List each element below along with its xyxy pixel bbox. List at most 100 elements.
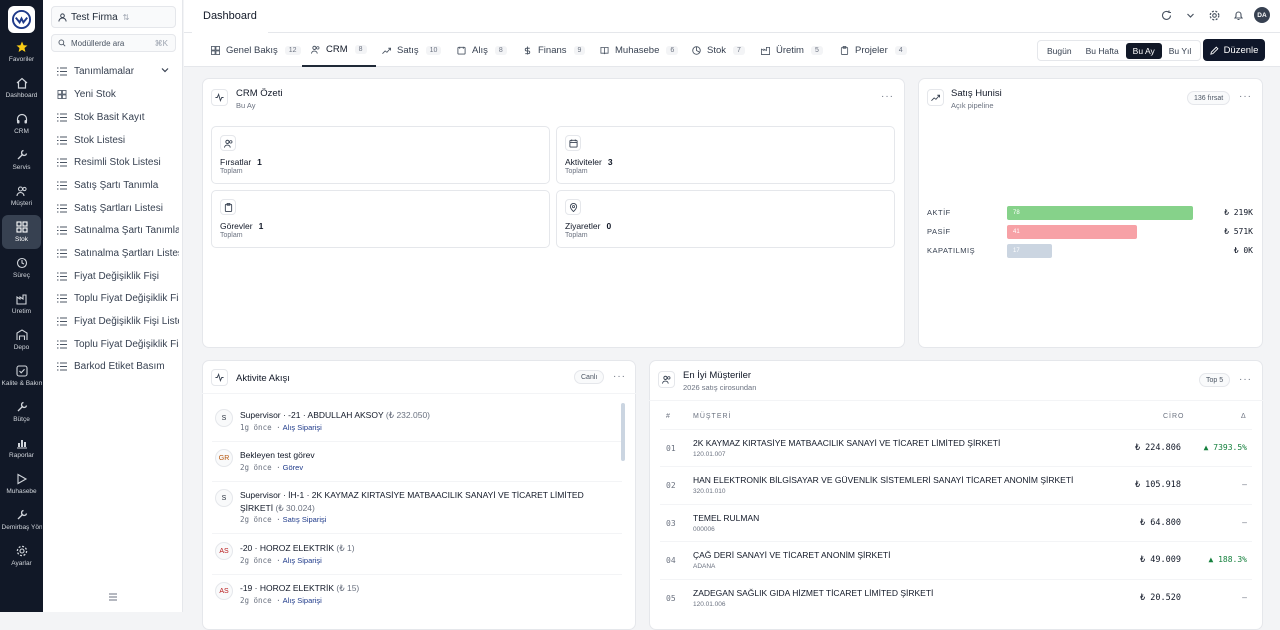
tab-stok[interactable]: Stok 7 [692, 33, 745, 67]
rail-demirbas[interactable]: Demirbaş Yönetimi [2, 503, 42, 537]
column-header-customer[interactable]: MÜŞTERİ [693, 413, 732, 420]
rail-butce[interactable]: Bütçe [2, 395, 41, 429]
rail-label: Raporlar [9, 452, 34, 459]
app-logo[interactable] [8, 6, 35, 33]
menu-item[interactable]: Fiyat Değişiklik Fişi [57, 267, 179, 285]
rail-kalite[interactable]: Kalite & Bakım [2, 359, 42, 393]
rail-uretim[interactable]: Üretim [2, 287, 41, 321]
stat-aktiviteler[interactable]: Aktiviteler 3 Toplam [556, 126, 895, 184]
list-icon [57, 158, 67, 166]
rail-servis[interactable]: Servis [2, 143, 41, 177]
stat-gorevler[interactable]: Görevler 1 Toplam [211, 190, 550, 248]
more-icon[interactable]: ··· [1239, 374, 1252, 385]
activity-link[interactable]: Alış Siparişi [283, 556, 322, 565]
rail-raporlar[interactable]: Raporlar [2, 431, 41, 465]
tab-uretim[interactable]: Üretim 5 [761, 33, 823, 67]
rail-surec[interactable]: Süreç [2, 251, 41, 285]
menu-item[interactable]: Stok Basit Kayıt [57, 108, 179, 126]
card-title: En İyi Müşteriler [683, 370, 752, 381]
tab-dashboard[interactable]: Dashboard [192, 0, 268, 33]
menu-item-label: Barkod Etiket Basım [74, 360, 165, 372]
table-row[interactable]: 05 ZADEGAN SAĞLIK GIDA HİZMET TİCARET Lİ… [660, 579, 1252, 616]
menu-item[interactable]: Resimli Stok Listesi [57, 153, 179, 171]
tab-satis[interactable]: Satış 10 [382, 33, 442, 67]
activity-item[interactable]: S Supervisor · İH-1 · 2K KAYMAZ KIRTASİY… [212, 486, 612, 530]
table-row[interactable]: 04 ÇAĞ DERİ SANAYİ VE TİCARET ANONİM ŞİR… [660, 541, 1252, 578]
gear-icon [16, 545, 27, 557]
card-icon [211, 369, 228, 386]
more-icon[interactable]: ··· [881, 91, 894, 102]
tab-muhasebe[interactable]: Muhasebe 6 [600, 33, 679, 67]
customer-revenue: ₺ 224.806 [1134, 443, 1181, 453]
range-bugun[interactable]: Bugün [1040, 43, 1079, 59]
rail-depo[interactable]: Depo [2, 323, 41, 357]
tab-alis[interactable]: Alış 8 [457, 33, 507, 67]
bell-icon[interactable] [1233, 10, 1244, 21]
rail-ayarlar[interactable]: Ayarlar [2, 539, 41, 573]
activity-avatar: AS [215, 542, 233, 560]
collapse-sidebar-icon[interactable] [108, 592, 118, 602]
more-icon[interactable]: ··· [1239, 91, 1252, 102]
more-icon[interactable]: ··· [613, 371, 626, 382]
menu-item[interactable]: Toplu Fiyat Değişiklik Fişi Listesi [57, 335, 179, 353]
table-row[interactable]: 01 2K KAYMAZ KIRTASİYE MATBAACILIK SANAY… [660, 429, 1252, 466]
menu-item[interactable]: Satış Şartı Tanımla [57, 176, 179, 194]
stat-sub: Toplam [220, 168, 243, 175]
menu-item[interactable]: Satınalma Şartı Tanımla [57, 221, 179, 239]
activity-link[interactable]: Görev [283, 463, 303, 472]
tab-count: 7 [733, 45, 745, 55]
table-row[interactable]: 02 HAN ELEKTRONİK BİLGİSAYAR VE GÜVENLİK… [660, 466, 1252, 503]
tab-crm[interactable]: CRM 8 [302, 33, 376, 67]
menu-item[interactable]: Satış Şartları Listesi [57, 199, 179, 217]
tab-projeler[interactable]: Projeler 4 [840, 33, 907, 67]
tab-label: Muhasebe [615, 44, 660, 56]
range-bu-yil[interactable]: Bu Yıl [1162, 43, 1199, 59]
activity-link[interactable]: Alış Siparişi [283, 596, 322, 605]
menu-item-yeni-stok[interactable]: Yeni Stok [57, 85, 179, 103]
column-header-delta[interactable]: Δ [1241, 413, 1247, 420]
rail-stok[interactable]: Stok [2, 215, 41, 249]
customer-code: ADANA [693, 563, 716, 570]
stat-label: Aktiviteler [565, 157, 602, 167]
stat-value: 3 [607, 157, 613, 167]
activity-avatar: GR [215, 449, 233, 467]
menu-item[interactable]: Fiyat Değişiklik Fişi Listesi [57, 312, 179, 330]
menu-item[interactable]: Satınalma Şartları Listesi [57, 244, 179, 262]
rail-musteri[interactable]: Müşteri [2, 179, 41, 213]
activity-item[interactable]: S Supervisor · -21 · ABDULLAH AKSOY (₺ 2… [212, 406, 612, 440]
edit-dashboard-button[interactable]: Düzenle [1203, 39, 1265, 61]
rail-muhasebe[interactable]: Muhasebe [2, 467, 41, 501]
tab-finans[interactable]: Finans 9 [523, 33, 586, 67]
rail-crm[interactable]: CRM [2, 107, 41, 141]
funnel-row-pasif[interactable]: PASİF 41 ₺ 571K [927, 225, 1253, 239]
stat-firsatlar[interactable]: Fırsatlar 1 Toplam [211, 126, 550, 184]
activity-link[interactable]: Alış Siparişi [283, 423, 322, 432]
activity-item[interactable]: AS -20 · HOROZ ELEKTRİK (₺ 1) 2g önce · A… [212, 539, 612, 573]
column-header-revenue[interactable]: CİRO [1163, 413, 1185, 420]
funnel-row-kapatilmis[interactable]: KAPATILMIŞ 17 ₺ 0K [927, 244, 1253, 258]
activity-item[interactable]: AS -19 · HOROZ ELEKTRİK (₺ 15) 2g önce ·… [212, 579, 612, 613]
range-bu-ay[interactable]: Bu Ay [1125, 42, 1162, 59]
activity-item[interactable]: GR Bekleyen test görev 2g önce · Görev [212, 446, 612, 480]
chevron-down-icon[interactable] [1185, 10, 1196, 21]
menu-item[interactable]: Toplu Fiyat Değişiklik Fişi [57, 289, 179, 307]
stat-ziyaretler[interactable]: Ziyaretler 0 Toplam [556, 190, 895, 248]
firm-selector[interactable]: Test Firma ⇅ [51, 6, 176, 28]
table-row[interactable]: 03 TEMEL RULMAN 000006 ₺ 64.800 — [660, 504, 1252, 541]
menu-group-tanimlamalar[interactable]: Tanımlamalar [57, 62, 179, 80]
module-search-input[interactable]: Modüllerde ara ⌘K [51, 34, 176, 52]
refresh-icon[interactable] [1161, 10, 1172, 21]
funnel-row-aktif[interactable]: AKTİF 78 ₺ 219K [927, 206, 1253, 220]
live-badge: Canlı [574, 370, 605, 384]
rail-favoriler[interactable]: Favoriler [2, 35, 41, 69]
range-bu-hafta[interactable]: Bu Hafta [1079, 43, 1126, 59]
tab-genel-bakis[interactable]: Genel Bakış 12 [211, 33, 301, 67]
user-avatar[interactable]: DA [1254, 7, 1270, 23]
tool-icon [17, 509, 27, 520]
menu-item[interactable]: Barkod Etiket Basım [57, 357, 179, 375]
activity-link[interactable]: Satış Siparişi [283, 515, 327, 524]
menu-item[interactable]: Stok Listesi [57, 131, 179, 149]
rail-dashboard[interactable]: Dashboard [2, 71, 41, 105]
activity-scrollbar[interactable] [621, 403, 625, 461]
gear-icon[interactable] [1209, 10, 1220, 21]
